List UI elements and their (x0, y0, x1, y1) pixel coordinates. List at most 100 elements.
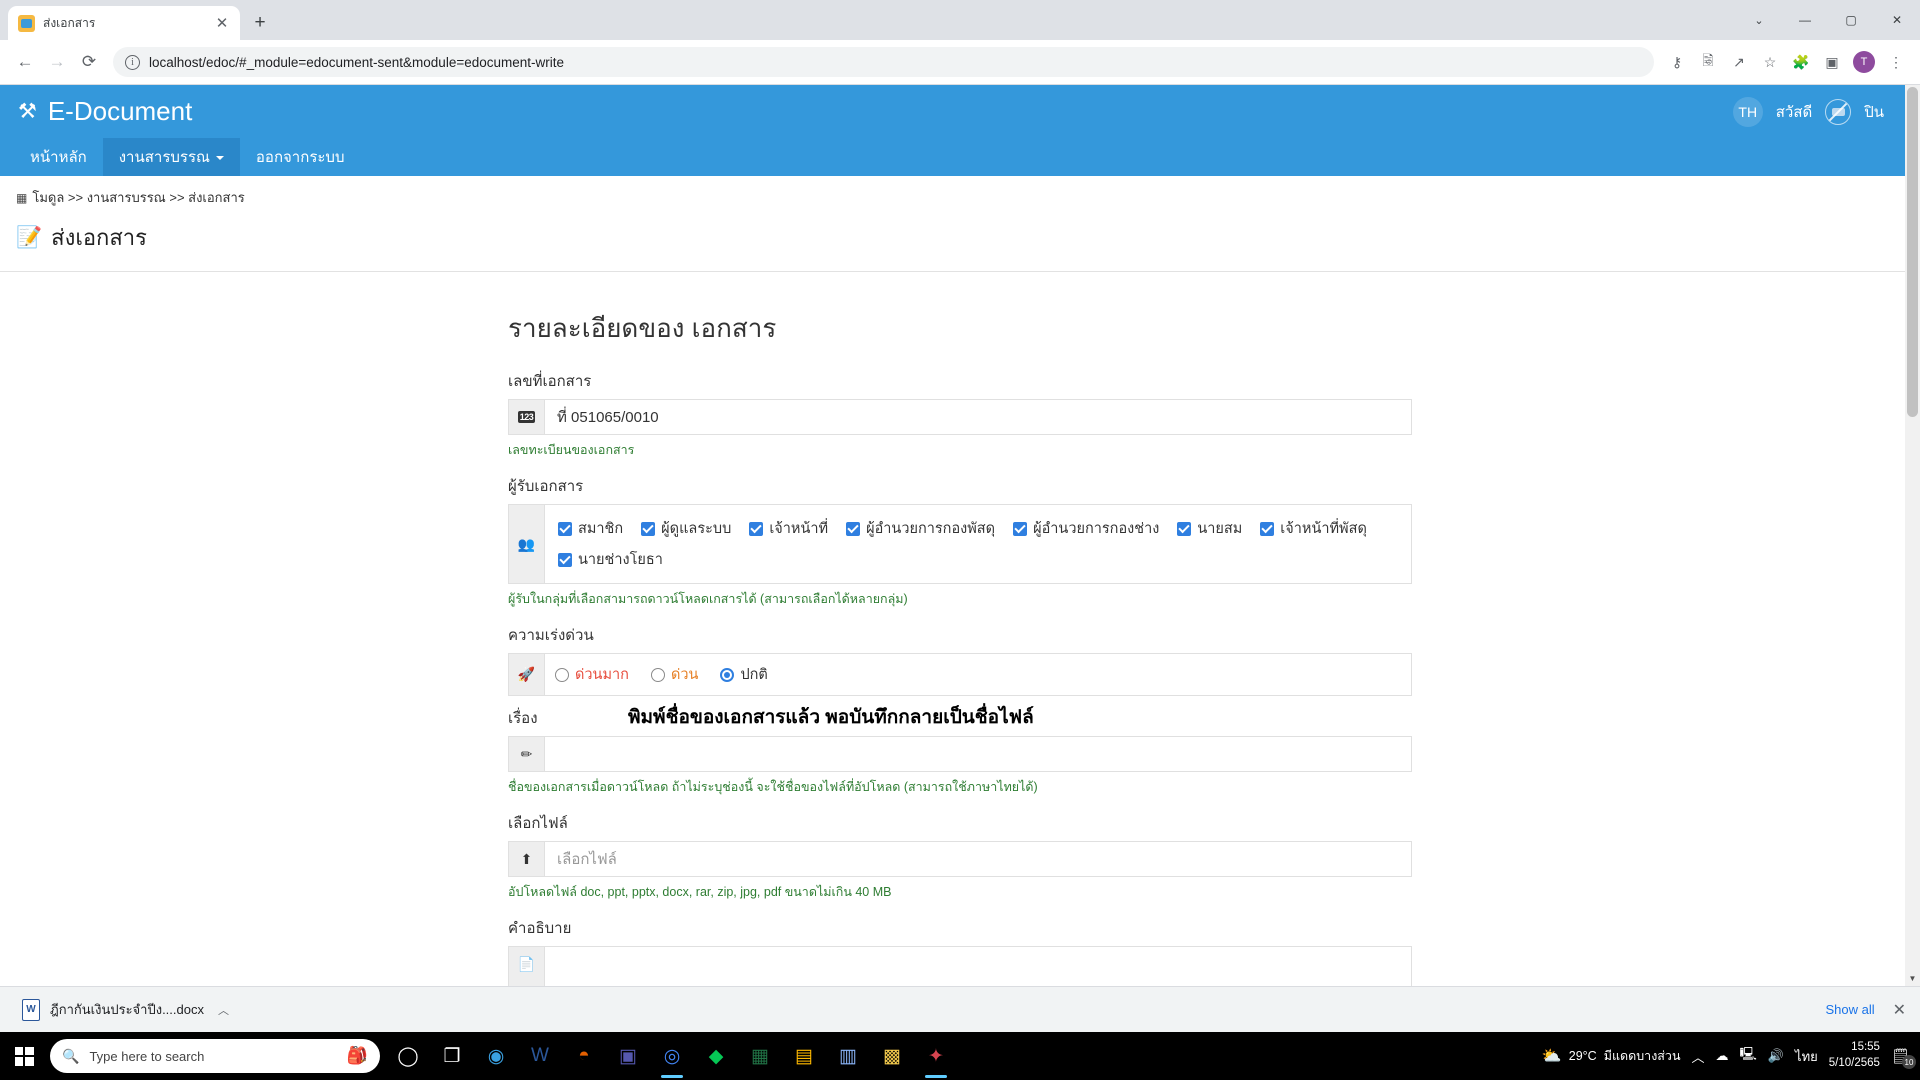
recipient-checkbox-4[interactable]: ผู้อำนวยการกองช่าง (1010, 513, 1162, 544)
recipient-label-4: ผู้อำนวยการกองช่าง (1033, 521, 1160, 537)
network-icon[interactable]: 🖳 (1740, 1045, 1757, 1067)
key-icon[interactable]: ⚷ (1663, 48, 1691, 76)
minimize-button[interactable]: — (1782, 4, 1828, 36)
browser-tab[interactable]: ส่งเอกสาร ✕ (8, 6, 240, 40)
cortana-icon[interactable]: ◯ (388, 1032, 428, 1080)
recipient-checkbox-5[interactable]: นายสม (1174, 513, 1245, 544)
browser-menu-icon[interactable]: ⋮ (1882, 48, 1910, 76)
download-bar: W ฎีกากันเงินประจำปีง....docx ︿ Show all… (0, 986, 1920, 1032)
recipient-checkbox-3[interactable]: ผู้อำนวยการกองพัสดุ (843, 513, 998, 544)
close-window-button[interactable]: ✕ (1874, 4, 1920, 36)
share-icon[interactable]: ↗ (1725, 48, 1753, 76)
taskbar-search-box[interactable]: 🔍 Type here to search 🎒 (50, 1039, 380, 1073)
teams-icon[interactable]: ▣ (608, 1032, 648, 1080)
field-recipients: ผู้รับเอกสาร 👥 สมาชิก ผู้ดูแลระบบ เจ้าหน… (508, 474, 1412, 619)
radio-unchecked-icon (650, 667, 665, 682)
nav-item-home[interactable]: หน้าหลัก (14, 138, 103, 176)
page-viewport: ⚒ E-Document TH สวัสดี ปิน หน้าหลัก งานส… (0, 85, 1920, 986)
nav-item-correspondence[interactable]: งานสารบรรณ (102, 138, 240, 176)
description-label: คำอธิบาย (508, 920, 572, 937)
show-all-button[interactable]: Show all (1825, 1002, 1874, 1017)
weather-temp: 29°C (1568, 1049, 1597, 1063)
line-icon[interactable]: ◆ (696, 1032, 736, 1080)
username-text[interactable]: ปิน (1864, 100, 1884, 124)
address-bar[interactable]: i localhost/edoc/#_module=edocument-sent… (113, 47, 1654, 77)
reload-icon[interactable]: ⟳ (74, 47, 104, 77)
document-number-input[interactable] (545, 400, 1411, 434)
language-badge[interactable]: TH (1732, 96, 1763, 127)
new-tab-button[interactable]: + (246, 9, 274, 37)
scroll-down-arrow-icon[interactable]: ▼ (1905, 970, 1920, 986)
document-number-label: เลขที่เอกสาร (508, 373, 592, 390)
tab-search-chevron-icon[interactable]: ⌄ (1736, 4, 1782, 36)
task-view-icon[interactable]: ❐ (432, 1032, 472, 1080)
browser-toolbar: ← → ⟳ i localhost/edoc/#_module=edocumen… (0, 40, 1920, 85)
123-icon: 123 (509, 400, 545, 434)
sidepanel-icon[interactable]: ▣ (1818, 48, 1846, 76)
translate-icon[interactable]: 🗟 (1694, 48, 1722, 76)
explorer-icon[interactable]: ▤ (784, 1032, 824, 1080)
weather-widget[interactable]: ⛅ 29°C มีแดดบางส่วน (1542, 1046, 1681, 1066)
profile-avatar[interactable]: T (1853, 51, 1875, 73)
scrollbar-thumb[interactable] (1907, 87, 1918, 417)
file-input[interactable] (545, 842, 1411, 876)
clock[interactable]: 15:55 5/10/2565 (1829, 1040, 1880, 1071)
excel-icon[interactable]: ▦ (740, 1032, 780, 1080)
urgency-label: ความเร่งด่วน (508, 627, 594, 644)
subject-input[interactable] (545, 737, 1411, 771)
paint-icon[interactable]: ✦ (916, 1032, 956, 1080)
checkbox-checked-icon (749, 521, 764, 536)
firefox-icon[interactable]: ◓ (564, 1032, 604, 1080)
field-urgency: ความเร่งด่วน 🚀 ด่วนมาก ด่วน ปกติ (508, 623, 1412, 696)
app-brand[interactable]: ⚒ E-Document (18, 96, 192, 127)
nav-item-logout-label: ออกจากระบบ (255, 149, 345, 166)
recipient-checkbox-1[interactable]: ผู้ดูแลระบบ (638, 513, 734, 544)
urgency-input-group: 🚀 ด่วนมาก ด่วน ปกติ (508, 653, 1412, 696)
urgency-label-2: ปกติ (740, 667, 768, 683)
site-info-icon[interactable]: i (125, 54, 140, 70)
urgency-radio-urgent[interactable]: ด่วน (650, 663, 698, 686)
page-title: ส่งเอกสาร (51, 225, 147, 250)
back-icon[interactable]: ← (10, 47, 40, 77)
word-icon[interactable]: W (520, 1032, 560, 1080)
module-grid-icon: ▦ (16, 190, 28, 205)
notification-icon[interactable]: 🗒 10 (1891, 1047, 1916, 1069)
maximize-button[interactable]: ▢ (1828, 4, 1874, 36)
windows-taskbar: 🔍 Type here to search 🎒 ◯ ❐ ◉ W ◓ ▣ ◎ ◆ … (0, 1032, 1920, 1080)
chevron-up-icon[interactable]: ︿ (218, 1002, 229, 1018)
app-brand-name: E-Document (47, 96, 193, 126)
edge-icon[interactable]: ◉ (476, 1032, 516, 1080)
app-icon[interactable]: ▩ (872, 1032, 912, 1080)
recipient-label-6: เจ้าหน้าที่พัสดุ (1280, 521, 1367, 537)
extensions-icon[interactable]: 🧩 (1787, 48, 1815, 76)
radio-checked-icon (720, 667, 735, 682)
checkbox-checked-icon (1260, 521, 1275, 536)
forward-icon[interactable]: → (42, 47, 72, 77)
notepad-icon[interactable]: ▥ (828, 1032, 868, 1080)
system-tray: ⛅ 29°C มีแดดบางส่วน ︿ ☁ 🖳 🔊 ไทย 15:55 5/… (1542, 1040, 1920, 1071)
urgency-radio-very-urgent[interactable]: ด่วนมาก (555, 663, 629, 686)
onedrive-icon[interactable]: ☁ (1716, 1048, 1729, 1064)
recipient-checkbox-6[interactable]: เจ้าหน้าที่พัสดุ (1257, 513, 1370, 544)
nav-item-logout[interactable]: ออกจากระบบ (240, 138, 361, 176)
tray-chevron-up-icon[interactable]: ︿ (1692, 1047, 1705, 1066)
recipient-checkbox-7[interactable]: นายช่างโยธา (555, 544, 666, 575)
recipient-checkbox-2[interactable]: เจ้าหน้าที่ (746, 513, 831, 544)
description-textarea[interactable] (545, 947, 1411, 986)
school-supplies-icon: 🎒 (346, 1046, 368, 1065)
recipient-checkbox-0[interactable]: สมาชิก (555, 513, 626, 544)
file-input-group[interactable]: ⬆ (508, 841, 1412, 877)
urgency-radio-normal[interactable]: ปกติ (720, 663, 768, 686)
search-icon: 🔍 (62, 1047, 80, 1064)
bookmark-star-icon[interactable]: ☆ (1756, 48, 1784, 76)
tab-close-icon[interactable]: ✕ (214, 15, 230, 32)
page-scrollbar[interactable]: ▲ ▼ (1905, 85, 1920, 986)
volume-icon[interactable]: 🔊 (1768, 1048, 1784, 1064)
chrome-icon[interactable]: ◎ (652, 1032, 692, 1080)
weather-desc: มีแดดบางส่วน (1603, 1049, 1681, 1063)
pencil-icon: ✏ (509, 737, 545, 771)
language-indicator[interactable]: ไทย (1795, 1046, 1818, 1067)
download-item[interactable]: W ฎีกากันเงินประจำปีง....docx ︿ (14, 995, 237, 1025)
windows-start-icon[interactable] (0, 1032, 48, 1080)
close-icon[interactable]: ✕ (1893, 1000, 1906, 1020)
